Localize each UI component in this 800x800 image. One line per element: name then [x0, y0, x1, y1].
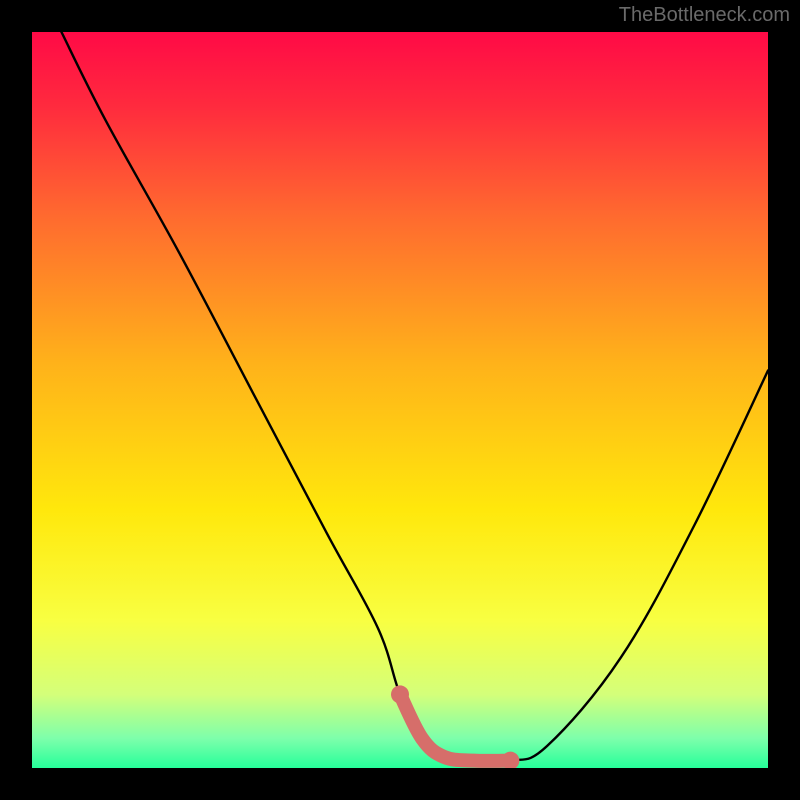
chart-svg: [32, 32, 768, 768]
chart-frame: TheBottleneck.com: [0, 0, 800, 800]
highlight-end-dot: [391, 685, 409, 703]
chart-background: [32, 32, 768, 768]
watermark-text: TheBottleneck.com: [619, 4, 790, 27]
bottleneck-chart: [32, 32, 768, 768]
